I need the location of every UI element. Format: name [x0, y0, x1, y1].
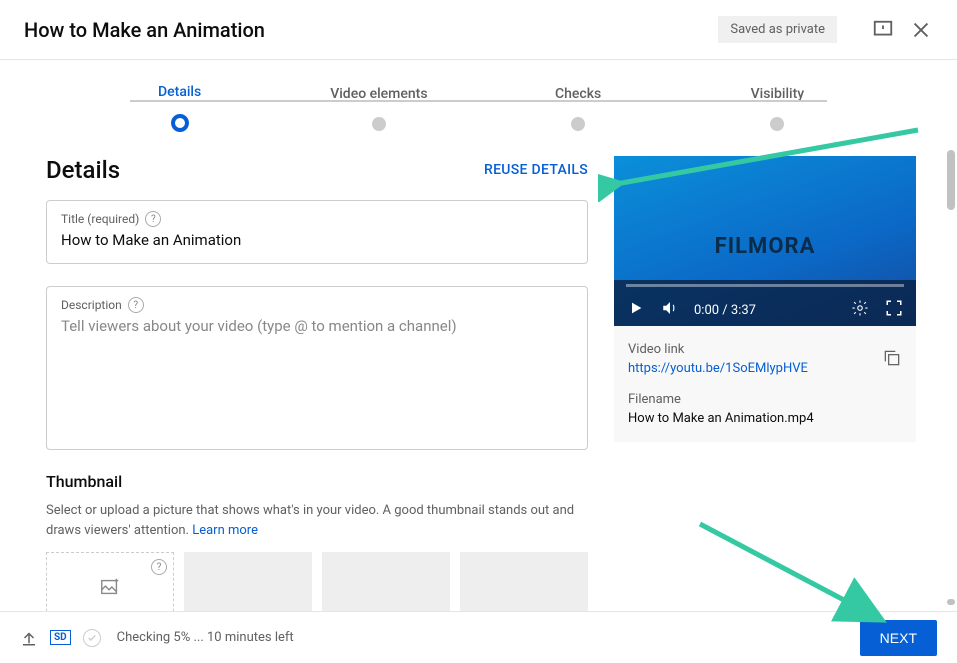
check-status-icon: [83, 629, 101, 647]
filename-label: Filename: [628, 392, 902, 407]
video-player[interactable]: FILMORA 0:00 / 3:37: [614, 156, 916, 326]
video-link[interactable]: https://youtu.be/1SoEMlypHVE: [628, 361, 808, 376]
step-dot-icon: [571, 117, 585, 131]
help-icon[interactable]: ?: [151, 559, 167, 575]
video-link-label: Video link: [628, 342, 808, 357]
thumbnail-description: Select or upload a picture that shows wh…: [46, 501, 588, 540]
learn-more-link[interactable]: Learn more: [192, 523, 258, 538]
upload-icon: [20, 629, 38, 647]
step-dot-icon: [372, 117, 386, 131]
title-input-value[interactable]: How to Make an Animation: [61, 231, 573, 249]
dialog-title: How to Make an Animation: [24, 18, 718, 42]
video-preview-card: FILMORA 0:00 / 3:37: [614, 156, 916, 442]
upload-status-text: Checking 5% ... 10 minutes left: [117, 630, 860, 645]
filename-value: How to Make an Animation.mp4: [628, 411, 902, 426]
video-time: 0:00 / 3:37: [694, 303, 836, 318]
scrollbar-thumb[interactable]: [947, 150, 955, 210]
step-details[interactable]: Details: [80, 84, 279, 136]
step-dot-icon: [770, 117, 784, 131]
stepper: Details Video elements Checks Visibility: [0, 60, 957, 146]
fullscreen-icon[interactable]: [884, 298, 904, 318]
step-checks[interactable]: Checks: [479, 86, 678, 135]
title-field[interactable]: Title (required) ? How to Make an Animat…: [46, 200, 588, 264]
settings-icon[interactable]: [850, 298, 870, 318]
sd-badge: SD: [50, 630, 71, 645]
copy-icon[interactable]: [882, 348, 902, 368]
stepper-line: [130, 100, 827, 102]
description-field-label: Description: [61, 298, 122, 312]
step-visibility[interactable]: Visibility: [678, 86, 877, 135]
description-placeholder: Tell viewers about your video (type @ to…: [61, 317, 573, 335]
close-icon[interactable]: [909, 18, 933, 42]
description-field[interactable]: Description ? Tell viewers about your vi…: [46, 286, 588, 450]
dialog-header: How to Make an Animation Saved as privat…: [0, 0, 957, 60]
reuse-details-button[interactable]: REUSE DETAILS: [484, 162, 588, 178]
step-label: Details: [80, 84, 279, 100]
next-button[interactable]: NEXT: [860, 620, 937, 656]
feedback-icon[interactable]: [871, 18, 895, 42]
video-controls: 0:00 / 3:37: [614, 280, 916, 326]
add-image-icon: [99, 576, 121, 598]
help-icon[interactable]: ?: [145, 211, 161, 227]
section-title: Details: [46, 156, 120, 184]
step-dot-icon: [171, 114, 189, 132]
saved-status-badge: Saved as private: [718, 16, 837, 43]
help-icon[interactable]: ?: [128, 297, 144, 313]
volume-icon[interactable]: [660, 298, 680, 318]
footer-bar: SD Checking 5% ... 10 minutes left NEXT: [0, 611, 957, 663]
details-column: Details REUSE DETAILS Title (required) ?…: [46, 156, 588, 626]
step-video-elements[interactable]: Video elements: [279, 86, 478, 135]
thumbnail-title: Thumbnail: [46, 472, 588, 491]
preview-column: FILMORA 0:00 / 3:37: [614, 156, 916, 626]
title-field-label: Title (required): [61, 212, 139, 226]
video-meta: Video link https://youtu.be/1SoEMlypHVE …: [614, 326, 916, 442]
video-brand-text: FILMORA: [614, 234, 916, 259]
video-progress-bar[interactable]: [626, 284, 904, 287]
content-area: Details REUSE DETAILS Title (required) ?…: [0, 146, 957, 626]
scrollbar-thumb[interactable]: [947, 599, 955, 605]
play-icon[interactable]: [626, 298, 646, 318]
